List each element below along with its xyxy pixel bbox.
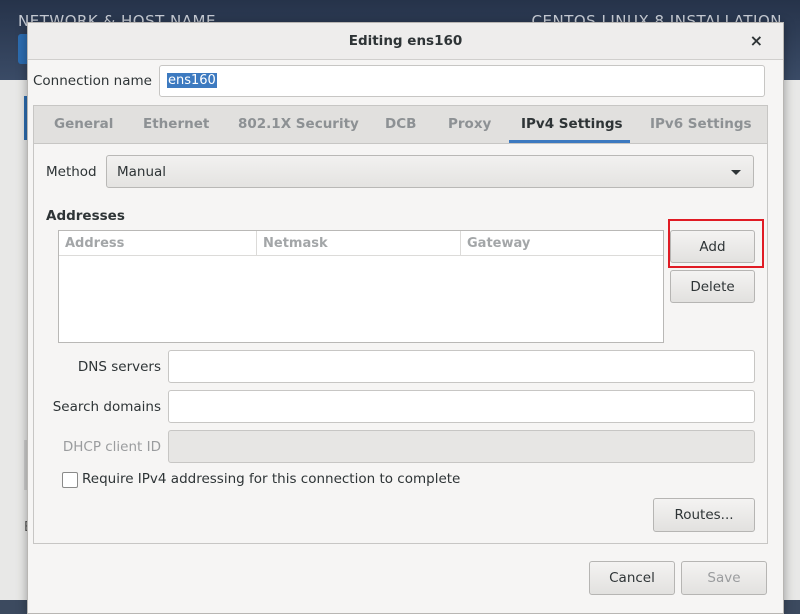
add-button-highlight [668,219,764,268]
connection-name-value: ens160 [167,73,217,88]
search-domains-input[interactable] [168,390,755,423]
column-header-netmask[interactable]: Netmask [256,231,460,256]
dialog-titlebar: Editing ens160 × [28,23,783,60]
search-domains-label: Search domains [52,399,161,415]
tab-ethernet[interactable]: Ethernet [143,116,209,132]
dhcp-client-id-input [168,430,755,463]
require-ipv4-label[interactable]: Require IPv4 addressing for this connect… [82,471,460,487]
tab-ipv4-settings[interactable]: IPv4 Settings [521,116,623,132]
method-dropdown[interactable]: Manual [106,155,754,188]
connection-name-input[interactable]: ens160 [159,65,765,97]
chevron-down-icon [731,170,741,175]
tab-general[interactable]: General [54,116,113,132]
require-ipv4-checkbox[interactable] [62,472,78,488]
dns-servers-input[interactable] [168,350,755,383]
addresses-table[interactable]: Address Netmask Gateway [58,230,664,343]
close-icon[interactable]: × [750,31,763,50]
method-value: Manual [117,164,167,180]
settings-panel: General Ethernet 802.1X Security DCB Pro… [33,105,768,544]
save-button[interactable]: Save [681,561,767,595]
method-label: Method [46,164,97,180]
delete-address-button[interactable]: Delete [670,270,755,303]
cancel-button[interactable]: Cancel [589,561,675,595]
column-header-address[interactable]: Address [59,231,256,256]
routes-button[interactable]: Routes... [653,498,755,532]
dhcp-client-id-label: DHCP client ID [62,439,161,455]
column-header-gateway[interactable]: Gateway [460,231,663,256]
edit-connection-dialog: Editing ens160 × Connection name ens160 … [27,22,784,614]
active-tab-indicator [509,140,630,143]
tab-dcb[interactable]: DCB [385,116,416,132]
addresses-heading: Addresses [46,208,125,224]
tab-ipv6-settings[interactable]: IPv6 Settings [650,116,752,132]
tab-proxy[interactable]: Proxy [448,116,491,132]
tab-802-1x-security[interactable]: 802.1X Security [238,116,359,132]
connection-name-label: Connection name [33,73,152,89]
dialog-title: Editing ens160 [348,33,463,49]
dns-servers-label: DNS servers [77,359,161,375]
tab-bar: General Ethernet 802.1X Security DCB Pro… [34,106,767,144]
